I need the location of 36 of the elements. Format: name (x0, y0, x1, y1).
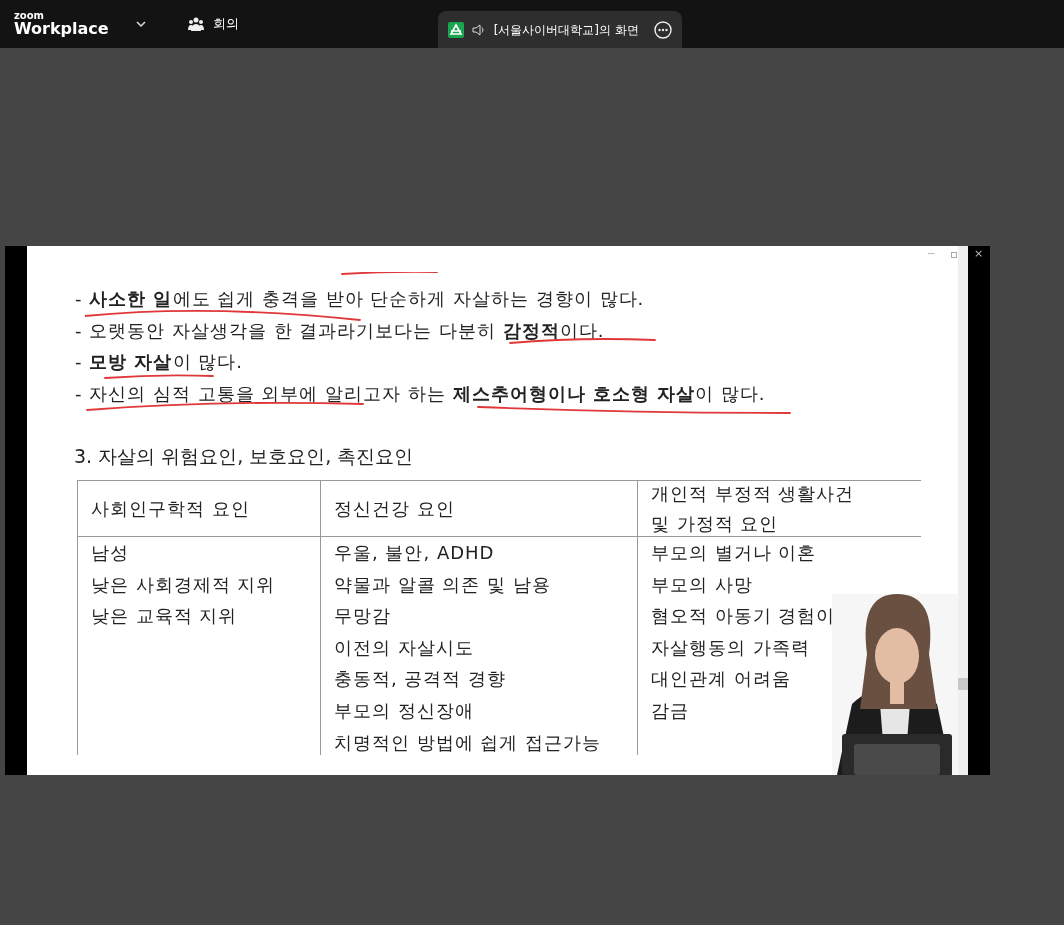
close-button[interactable]: × (974, 246, 984, 263)
table-cell-text: 남성 (91, 541, 129, 565)
table-cell-text: 치명적인 방법에 쉽게 접근가능 (334, 730, 602, 755)
table-cell-text: 낮은 사회경제적 지위 (91, 572, 276, 597)
logo-text: Workplace (14, 21, 109, 37)
people-icon[interactable] (187, 17, 204, 31)
more-icon[interactable] (653, 20, 672, 39)
table-cell-text: 부모의 별거나 이혼 (651, 541, 817, 565)
table-cell-text: 자살행동의 가족력 (651, 635, 810, 660)
table-cell-text: 약물과 알콜 의존 및 남용 (334, 572, 551, 597)
table-cell-text: 부모의 정신장애 (334, 698, 474, 723)
app-logo-icon (447, 21, 464, 38)
bullet-text: - 자신의 심적 고통을 외부에 알리고자 하는 제스추어형이나 호소형 자살이 많다. (75, 381, 766, 406)
column-header: 사회인구학적 요인 (91, 496, 251, 521)
chevron-down-icon[interactable] (135, 20, 146, 28)
table-cell-text: 이전의 자살시도 (334, 635, 474, 660)
table-cell-text: 무망감 (334, 604, 391, 629)
table-cell-text: 낮은 교육적 지위 (91, 604, 238, 629)
table-cell-text: 감금 (651, 698, 689, 723)
bullet-text: - 모방 자살이 많다. (75, 350, 244, 374)
speaker-icon[interactable] (471, 23, 486, 36)
section-heading: 3. 자살의 위험요인, 보호요인, 촉진요인 (74, 444, 414, 469)
bullet-text: - 오랫동안 자살생각을 한 결과라기보다는 다분히 감정적이다. (75, 318, 606, 343)
meeting-label[interactable]: 회의 (212, 14, 239, 34)
share-tab[interactable]: [서울사이버대학교]의 화면 (437, 11, 682, 48)
logo-small-text: zoom (14, 11, 45, 21)
table-cell-text: 혐오적 아동기 경험이 (651, 604, 836, 629)
column-header: 정신건강 요인 (334, 496, 456, 521)
table-cell-text: 충동적, 공격적 경향 (334, 667, 507, 692)
column-header: 및 가정적 요인 (651, 511, 780, 536)
bullet-text: - 사소한 일에도 쉽게 충격을 받아 단순하게 자살하는 경향이 많다. (75, 287, 646, 311)
share-title: [서울사이버대학교]의 화면 (493, 21, 639, 39)
table-cell-text: 부모의 사망 (651, 572, 753, 597)
table-cell-text: 대인관계 어려움 (651, 667, 791, 692)
table-cell-text: 우울, 불안, ADHD (334, 541, 495, 565)
column-header: 개인적 부정적 생활사건 (651, 481, 856, 506)
